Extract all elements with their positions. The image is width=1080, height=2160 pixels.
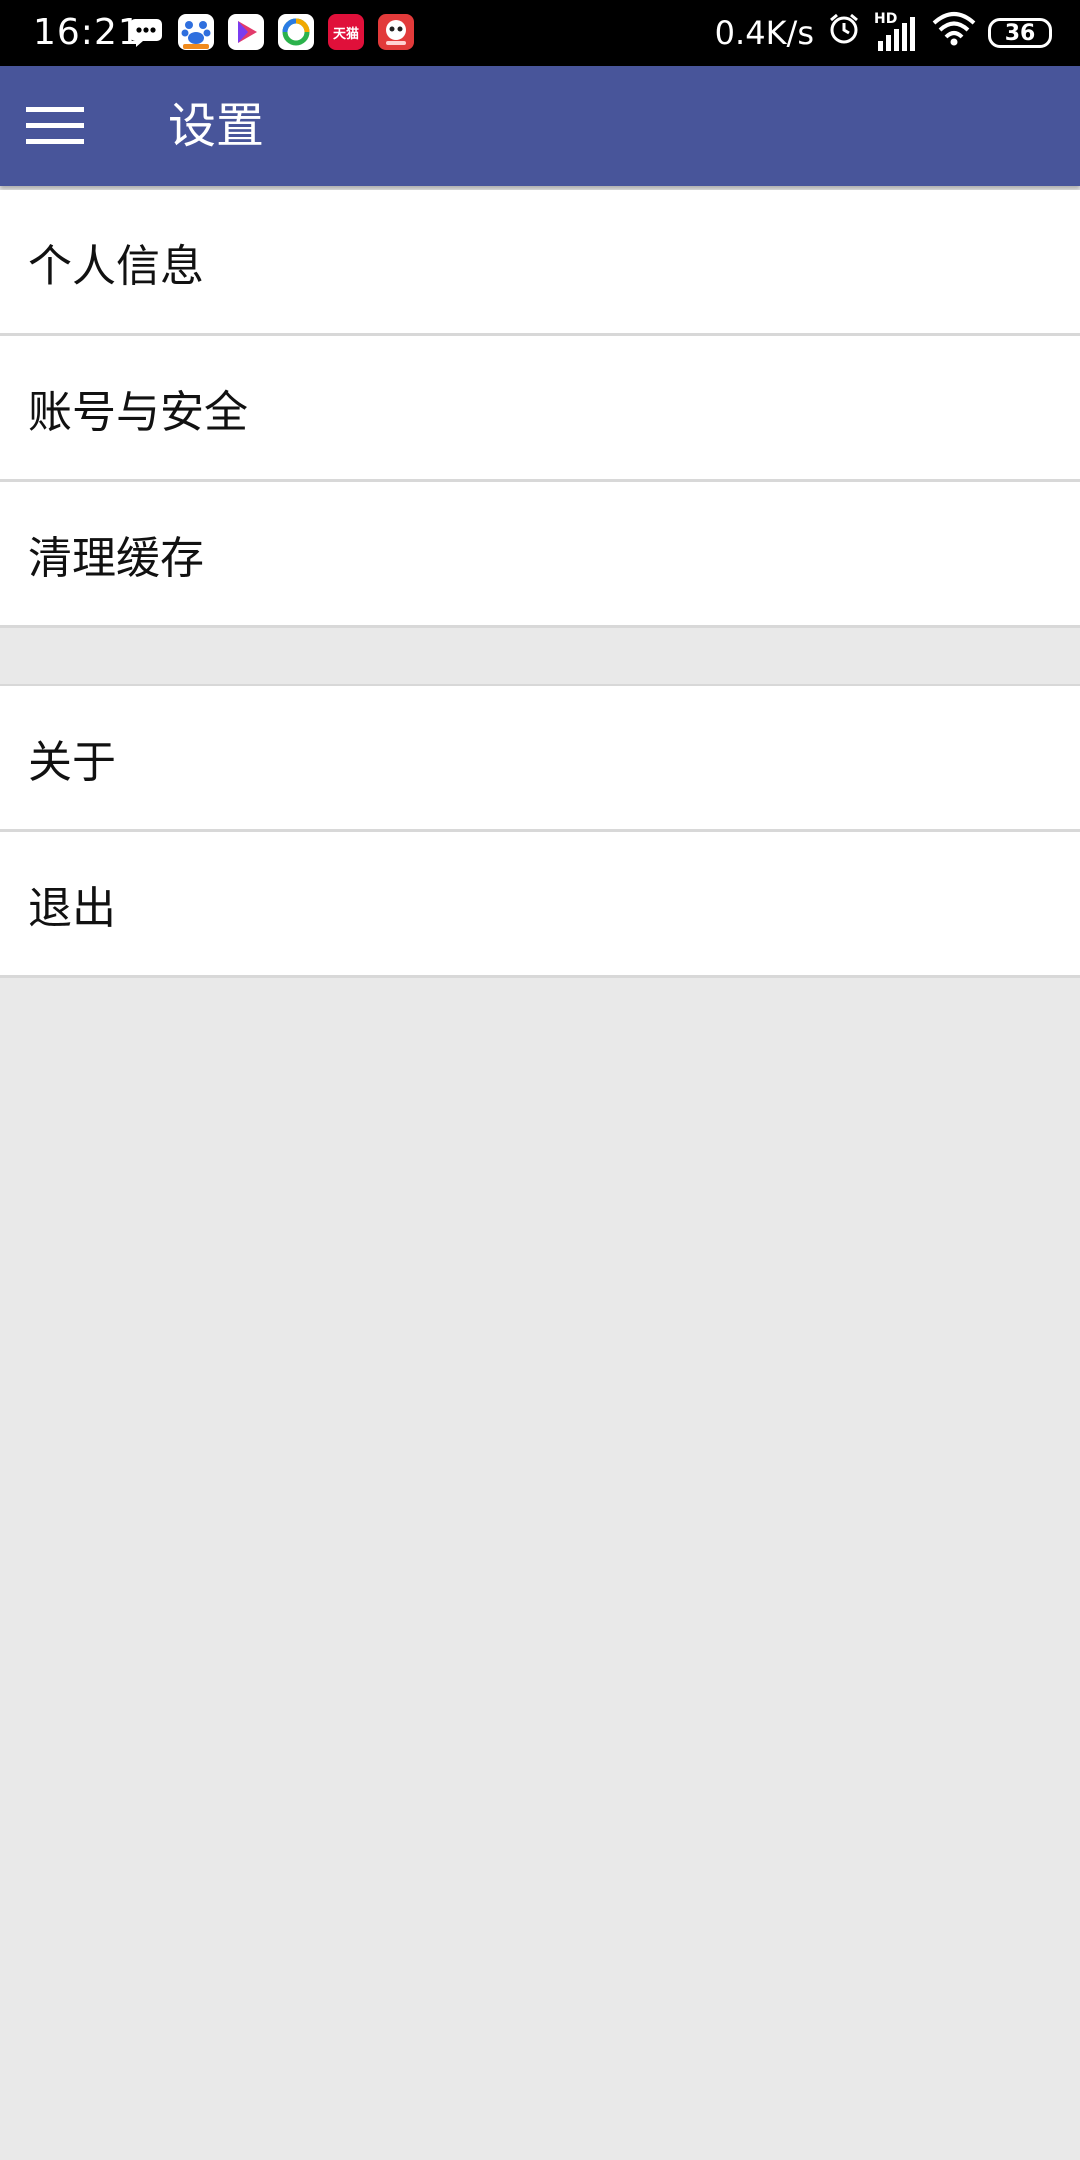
hamburger-menu-icon	[26, 107, 84, 144]
baidu-icon	[178, 14, 214, 50]
section-divider	[0, 630, 1080, 686]
tmall-icon: 天猫	[328, 14, 364, 50]
network-speed: 0.4K/s	[714, 14, 814, 52]
settings-item-about[interactable]: 关于	[0, 686, 1080, 832]
settings-item-label: 个人信息	[28, 240, 204, 292]
alarm-icon	[826, 11, 862, 55]
mascot-icon	[378, 14, 414, 50]
settings-item-label: 清理缓存	[28, 532, 204, 584]
settings-group-1: 个人信息 账号与安全 清理缓存	[0, 190, 1080, 628]
ring-icon	[278, 14, 314, 50]
battery-level: 36	[1004, 20, 1036, 46]
settings-item-clear-cache[interactable]: 清理缓存	[0, 482, 1080, 628]
settings-item-label: 关于	[28, 736, 116, 788]
settings-item-personal-info[interactable]: 个人信息	[0, 190, 1080, 336]
video-icon	[228, 14, 264, 50]
tmall-icon-label: 天猫	[332, 26, 359, 42]
cell-signal-icon: HD	[874, 11, 920, 53]
wifi-icon	[932, 11, 976, 55]
battery-icon: 36	[988, 18, 1052, 48]
message-icon	[128, 14, 164, 50]
status-time: 16:21	[33, 12, 142, 53]
settings-item-account-security[interactable]: 账号与安全	[0, 336, 1080, 482]
notification-icons: 天猫	[128, 14, 414, 50]
status-bar: 16:21 天猫 0.4K/s HD 36	[0, 0, 1080, 66]
settings-item-logout[interactable]: 退出	[0, 832, 1080, 978]
menu-button[interactable]	[20, 96, 90, 156]
status-right: 0.4K/s HD 36	[714, 11, 1052, 55]
app-bar: 设置	[0, 66, 1080, 186]
settings-group-2: 关于 退出	[0, 686, 1080, 978]
page-title: 设置	[168, 98, 265, 154]
settings-item-label: 账号与安全	[28, 386, 248, 438]
settings-item-label: 退出	[28, 882, 116, 934]
